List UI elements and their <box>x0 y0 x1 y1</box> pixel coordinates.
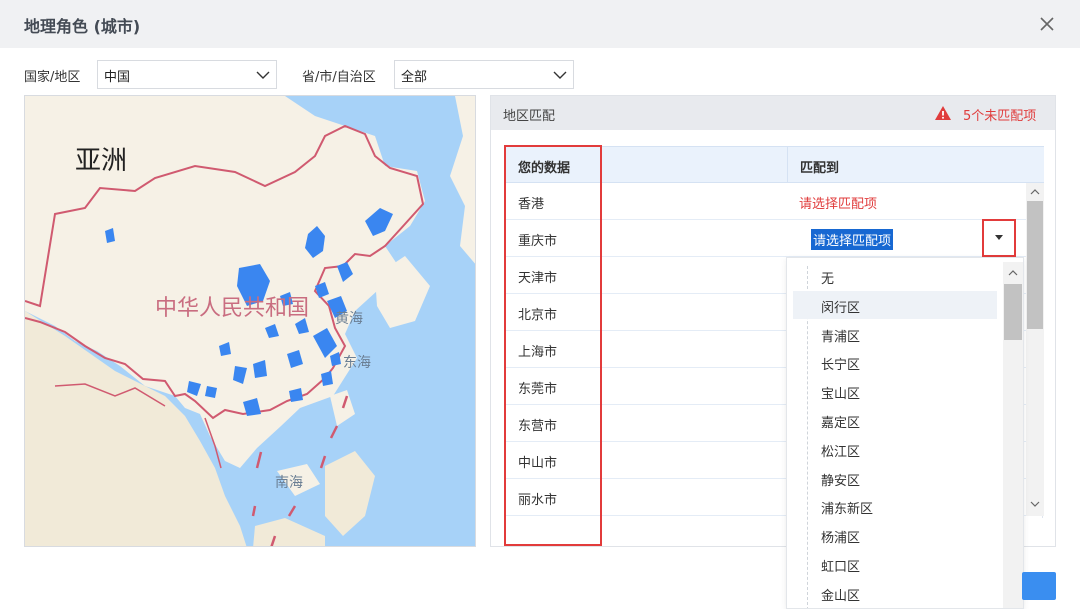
dialog-header: 地理角色 (城市) <box>0 0 1080 48</box>
warning-icon <box>935 106 951 120</box>
scroll-up-icon[interactable] <box>1030 187 1040 197</box>
dropdown-option[interactable]: 松江区 <box>793 435 997 463</box>
scroll-thumb[interactable] <box>1004 284 1022 340</box>
country-select-value: 中国 <box>104 70 131 85</box>
dialog-title: 地理角色 (城市) <box>24 17 141 36</box>
match-panel-title: 地区匹配 <box>503 109 556 124</box>
map-label-east-sea: 东海 <box>343 355 371 371</box>
table-scrollbar[interactable] <box>1026 183 1044 516</box>
province-label: 省/市/自治区 <box>302 70 376 85</box>
country-label: 国家/地区 <box>24 70 81 85</box>
scroll-up-icon[interactable] <box>1008 268 1018 278</box>
dropdown-option[interactable]: 长宁区 <box>793 348 997 376</box>
confirm-button[interactable] <box>1022 572 1056 600</box>
map-label-asia: 亚洲 <box>75 146 128 176</box>
match-panel-header: 地区匹配 5个未匹配项 <box>491 96 1055 130</box>
highlight-box-your-data <box>504 145 602 546</box>
match-dropdown-list[interactable]: 无 闵行区 青浦区 长宁区 宝山区 嘉定区 松江区 静安区 浦东新区 杨浦区 虹… <box>786 257 1024 609</box>
caret-down-icon[interactable] <box>991 229 1007 245</box>
row-match-cell[interactable]: 请选择匹配项 <box>799 193 877 212</box>
chevron-down-icon <box>553 71 567 79</box>
dropdown-option[interactable]: 浦东新区 <box>793 492 997 520</box>
dropdown-option-highlighted[interactable]: 闵行区 <box>793 291 997 319</box>
geo-role-dialog: 地理角色 (城市) 国家/地区 中国 省/市/自治区 全部 亚洲 中华人民共和国… <box>0 0 1080 609</box>
map-label-yellow-sea: 黄海 <box>335 311 363 327</box>
scroll-thumb[interactable] <box>1027 201 1043 329</box>
map-label-china: 中华人民共和国 <box>155 296 310 321</box>
dropdown-option[interactable]: 金山区 <box>793 579 997 607</box>
country-select[interactable]: 中国 <box>97 60 277 89</box>
map-label-south-sea: 南海 <box>275 475 303 491</box>
dropdown-scrollbar[interactable] <box>1003 262 1023 608</box>
row-match-select[interactable]: 请选择匹配项 <box>811 229 894 250</box>
province-select[interactable]: 全部 <box>394 60 574 89</box>
dropdown-option[interactable]: 无 <box>793 262 997 290</box>
scroll-down-icon[interactable] <box>1030 499 1040 509</box>
dropdown-option[interactable]: 静安区 <box>793 464 997 492</box>
dropdown-option[interactable]: 杨浦区 <box>793 521 997 549</box>
dropdown-option[interactable]: 嘉定区 <box>793 406 997 434</box>
dropdown-option[interactable]: 青浦区 <box>793 320 997 348</box>
dropdown-option[interactable]: 虹口区 <box>793 550 997 578</box>
column-match-to: 匹配到 <box>788 146 1044 183</box>
chevron-down-icon <box>256 71 270 79</box>
close-icon[interactable] <box>1037 14 1057 34</box>
map-view[interactable]: 亚洲 中华人民共和国 黄海 东海 南海 <box>24 95 476 547</box>
dropdown-option[interactable]: 宝山区 <box>793 377 997 405</box>
unmatched-count[interactable]: 5个未匹配项 <box>963 105 1036 124</box>
province-select-value: 全部 <box>401 70 428 85</box>
